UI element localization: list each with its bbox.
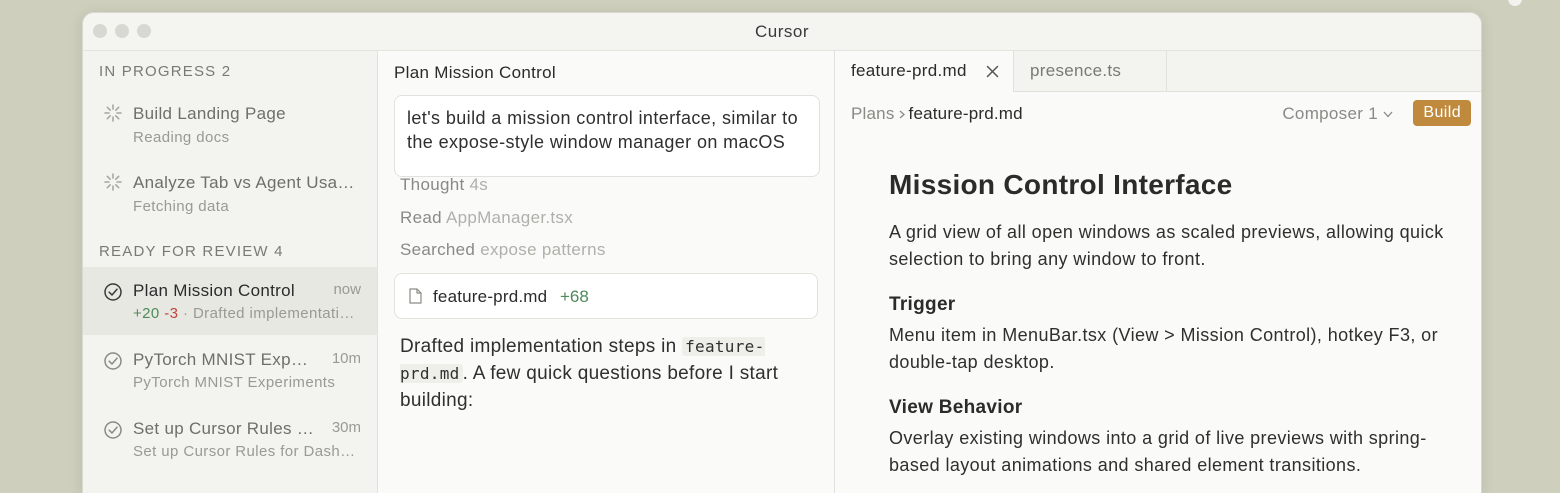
chevron-right-icon xyxy=(899,110,905,119)
agent-title: Plan Mission Control xyxy=(133,281,295,300)
agent-time: 10m xyxy=(331,350,361,367)
step-searched[interactable]: Searched expose patterns xyxy=(400,240,606,260)
doc-section-body: Overlay existing windows into a grid of … xyxy=(889,428,1427,475)
agent-item-build-landing-page[interactable]: Build Landing Page Reading docs xyxy=(83,93,377,161)
check-circle-icon xyxy=(104,283,122,301)
agent-status: Fetching data xyxy=(133,198,230,215)
breadcrumb-current: feature-prd.md xyxy=(908,104,1023,123)
agent-item-analyze-tab[interactable]: Analyze Tab vs Agent Usage Patterns Fetc… xyxy=(83,162,377,230)
agent-item-plan-mission-control[interactable]: Plan Mission Control now +20 -3 · Drafte… xyxy=(83,267,377,335)
step-detail: expose patterns xyxy=(480,240,606,259)
build-button[interactable]: Build xyxy=(1413,100,1471,126)
agent-reply: Drafted implementation steps in feature-… xyxy=(400,333,820,414)
lines-removed: -3 xyxy=(164,305,179,322)
agents-sidebar: IN PROGRESS 2 Build Landing Page Reading… xyxy=(83,51,378,493)
editor-tabs: feature-prd.md presence.ts xyxy=(835,51,1481,92)
doc-intro: A grid view of all open windows as scale… xyxy=(889,222,1444,269)
spinner-icon xyxy=(104,173,122,191)
zoom-window-button[interactable] xyxy=(137,24,151,38)
title-bar: Cursor xyxy=(83,13,1481,51)
agent-detail: Drafted implementation steps in feature-… xyxy=(192,305,361,322)
minimize-window-button[interactable] xyxy=(115,24,129,38)
agent-title: Set up Cursor Rules for Dashboard xyxy=(133,419,318,438)
step-detail: 4s xyxy=(469,175,489,194)
step-label: Thought xyxy=(400,175,465,194)
step-label: Read xyxy=(400,208,442,227)
agent-title: Analyze Tab vs Agent Usage Patterns xyxy=(133,173,358,192)
window-title: Cursor xyxy=(754,21,809,41)
doc-section-heading: View Behavior xyxy=(889,397,1023,418)
edited-file-chip[interactable]: feature-prd.md +68 xyxy=(394,273,818,319)
step-label: Searched xyxy=(400,240,476,259)
user-prompt-message[interactable]: let's build a mission control interface,… xyxy=(394,95,820,177)
agent-item-pytorch-mnist[interactable]: PyTorch MNIST Experiments 10m PyTorch MN… xyxy=(83,336,377,404)
in-progress-heading: IN PROGRESS 2 xyxy=(99,63,232,80)
agent-status: Reading docs xyxy=(133,129,230,146)
tab-label: presence.ts xyxy=(1030,61,1122,80)
close-window-button[interactable] xyxy=(93,24,107,38)
tab-feature-prd[interactable]: feature-prd.md xyxy=(835,51,1014,92)
doc-title: Mission Control Interface xyxy=(889,169,1233,200)
editor-panel: feature-prd.md presence.ts Plans feature-… xyxy=(835,51,1481,493)
check-circle-icon xyxy=(104,421,122,439)
file-chip-name: feature-prd.md xyxy=(433,287,548,306)
agent-title: Build Landing Page xyxy=(133,104,286,123)
step-thought[interactable]: Thought 4s xyxy=(400,175,488,195)
model-selector-label: Composer 1 xyxy=(1282,104,1378,123)
file-chip-diff: +68 xyxy=(560,287,589,306)
spinner-icon xyxy=(104,104,122,122)
agent-time: 30m xyxy=(331,419,361,436)
agent-title: PyTorch MNIST Experiments xyxy=(133,350,316,369)
check-circle-icon xyxy=(104,352,122,370)
breadcrumb-root[interactable]: Plans xyxy=(851,104,895,123)
breadcrumb: Plans feature-prd.md xyxy=(851,104,1023,124)
doc-section-heading: Trigger xyxy=(889,294,956,315)
model-selector[interactable]: Composer 1 xyxy=(1282,104,1393,124)
chat-title: Plan Mission Control xyxy=(394,63,556,82)
chevron-down-icon xyxy=(1383,111,1393,118)
tab-presence-ts[interactable]: presence.ts xyxy=(1014,51,1167,91)
agent-status: Set up Cursor Rules for Dashboard xyxy=(133,443,361,460)
separator-dot: · xyxy=(182,305,189,322)
agent-diff-summary: +20 -3 · Drafted implementation steps in… xyxy=(133,305,361,322)
step-read[interactable]: Read AppManager.tsx xyxy=(400,208,573,228)
app-window: Cursor IN PROGRESS 2 Build Landing Page … xyxy=(82,12,1482,493)
step-detail: AppManager.tsx xyxy=(445,208,573,227)
agent-item-cursor-rules[interactable]: Set up Cursor Rules for Dashboard 30m Se… xyxy=(83,405,377,473)
doc-section-body: Menu item in MenuBar.tsx (View > Mission… xyxy=(889,325,1438,372)
tab-label: feature-prd.md xyxy=(851,61,967,80)
reply-text: Drafted implementation steps in xyxy=(400,336,683,357)
ready-for-review-heading: READY FOR REVIEW 4 xyxy=(99,243,284,260)
agent-status: PyTorch MNIST Experiments xyxy=(133,374,336,391)
markdown-document: Mission Control Interface A grid view of… xyxy=(889,169,1449,479)
close-icon[interactable] xyxy=(986,65,999,78)
window-controls xyxy=(93,24,151,38)
agent-time: now xyxy=(333,281,361,298)
file-icon xyxy=(409,288,422,304)
lines-added: +20 xyxy=(133,305,160,322)
chat-panel: Plan Mission Control let's build a missi… xyxy=(378,51,835,493)
corner-dot xyxy=(1508,0,1522,6)
